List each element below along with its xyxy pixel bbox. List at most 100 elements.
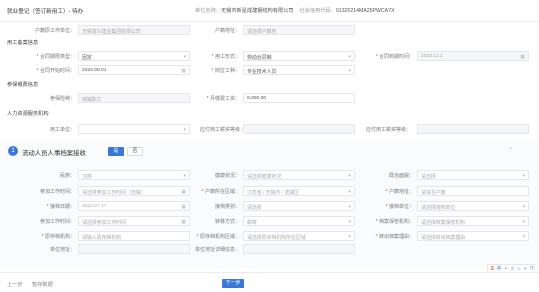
migrant-field-input[interactable]: 邮寄 ▾ — [243, 216, 355, 226]
calendar-icon: ▦ — [520, 53, 525, 60]
migrant-field-input[interactable]: 请选择接档单位 ▾ — [417, 201, 529, 211]
chevron-up-icon[interactable]: ⌃ — [508, 147, 513, 154]
unit-name-value: 无锡市新星成建钢结构有限公司 — [220, 8, 294, 14]
contract-type-select[interactable]: 固定 ▾ — [78, 51, 190, 61]
hukou-label: 户籍地址： — [214, 28, 240, 34]
chevron-down-icon: ▾ — [348, 53, 351, 60]
insurance-type-label: 参保险种： — [49, 96, 75, 102]
emoji-icon[interactable]: ↄ — [510, 266, 515, 272]
chevron-down-icon: ▾ — [348, 218, 351, 225]
chevron-down-icon: ▾ — [348, 203, 351, 210]
calendar-icon: ▦ — [181, 188, 186, 195]
wage-label: * 月缴费工资： — [206, 96, 240, 102]
insurance-type-input[interactable]: 城镇职工 — [78, 93, 190, 103]
calendar-icon: ▦ — [181, 218, 186, 225]
post-select[interactable]: 专业技术人员 ▾ — [243, 65, 355, 75]
page-title: 就业登记（签订新用工）- 待办 — [7, 8, 84, 15]
chevron-down-icon: ▾ — [183, 53, 186, 60]
step-number-badge: 1 — [8, 146, 18, 156]
credit-code-label: 社会信用代码： — [299, 8, 336, 14]
chevron-down-icon: ▾ — [183, 172, 186, 179]
place-level-label: 应付用工薪资等级： — [366, 127, 412, 133]
hr-org-select[interactable]: ▾ — [78, 124, 190, 134]
orig-unit-label: 户籍原工作单位： — [34, 28, 75, 34]
migrant-field-label: * 转出档案理由： — [375, 234, 414, 240]
migrant-field-label: 接档类别： — [214, 204, 240, 210]
unit-address-detail-label: 单位地址详细信息： — [194, 247, 240, 253]
migrant-field-label: 参加工作时间： — [39, 189, 75, 195]
migrant-field-input[interactable]: 请选择档案保管机构 ▾ — [417, 216, 529, 226]
migrant-field-label: 参加工作时间： — [39, 219, 75, 225]
archive-no-button[interactable]: 否 — [127, 147, 143, 156]
migrant-field-label: 政治面貌： — [388, 173, 414, 179]
hire-form-select[interactable]: 劳动合同制 ▾ — [243, 51, 355, 61]
post-label: * 岗位工种： — [211, 68, 240, 74]
chevron-down-icon: ▾ — [348, 233, 351, 240]
migrant-field-input[interactable]: 2024.07.17 ▦ — [78, 201, 190, 211]
voice-icon[interactable]: ♪ — [517, 266, 522, 272]
chevron-down-icon: ▾ — [348, 67, 351, 74]
chevron-down-icon: ▾ — [348, 172, 351, 179]
unit-address-input[interactable] — [78, 244, 190, 254]
fee-level-input[interactable] — [243, 124, 355, 134]
wage-input[interactable]: 6,000.00 — [243, 93, 355, 103]
migrant-field-input[interactable]: 请选择参加工作时间（选填） ▦ — [78, 186, 190, 196]
chinese-input-icon[interactable]: 中 — [497, 265, 502, 272]
next-button[interactable]: 下一步 — [222, 279, 244, 288]
contract-type-label: * 合同期限类型： — [36, 54, 75, 60]
page-header: 就业登记（签订新用工）- 待办 单位名称： 无锡市新星成建钢结构有限公司 社会信… — [0, 0, 539, 22]
migrant-field-label: * 接档日期： — [46, 204, 75, 210]
migrant-field-label: 健康状况： — [214, 173, 240, 179]
contract-end-date[interactable]: 2023.12.2 ▦ — [417, 51, 529, 61]
migrant-field-label: * 户籍所在区域： — [201, 189, 240, 195]
insurance-section-title: 参保缴费信息 — [7, 82, 39, 88]
migrant-field-input[interactable]: 请输入原存档机构 — [78, 231, 190, 241]
calendar-icon: ▦ — [181, 203, 186, 210]
contract-end-label: * 合同到期时间： — [375, 54, 414, 60]
chevron-down-icon: ▾ — [522, 203, 525, 210]
archive-yes-button[interactable]: 是 — [108, 147, 124, 156]
migrant-field-input[interactable]: 请选择健康状况 ▾ — [243, 170, 355, 180]
migrant-field-input[interactable]: 汉族 ▾ — [78, 170, 190, 180]
contract-start-date[interactable]: 2024.09.01 ▦ — [78, 65, 190, 75]
migrant-field-input[interactable]: 请选择原存档机构所在区域 ▾ — [243, 231, 355, 241]
footer-bar: 上一步 暂存数据 下一步 — [0, 272, 539, 292]
migrant-field-input[interactable]: 请选择转出档案理由 ▾ — [417, 231, 529, 241]
migrant-field-label: 民族： — [59, 173, 75, 179]
migrant-field-input[interactable]: 请选择参加工作时间 ▦ — [78, 216, 190, 226]
place-level-input[interactable] — [417, 124, 529, 134]
chevron-down-icon: ▾ — [183, 126, 186, 133]
credit-code-value: 91320214MA25PWCA7X — [335, 7, 395, 14]
save-draft-button[interactable]: 暂存数据 — [32, 281, 53, 288]
prev-button[interactable]: 上一步 — [7, 281, 23, 288]
fee-level-label: 应付用工薪资等级： — [200, 127, 246, 133]
migrant-field-input[interactable]: 请选择 ▾ — [243, 201, 355, 211]
chevron-down-icon: ▾ — [522, 233, 525, 240]
migrant-field-label: * 原存档机构： — [41, 234, 75, 240]
migrant-archive-title: 流动人员人事档案接收 — [22, 150, 86, 157]
migrant-field-input[interactable]: 请选择 ▾ — [417, 170, 529, 180]
migrant-field-input[interactable]: 江苏省 / 无锡市 / 滨湖区 ▾ — [243, 186, 355, 196]
unit-address-detail-input[interactable] — [243, 244, 355, 254]
calendar-icon: ▦ — [181, 67, 186, 74]
menu-grid-icon[interactable]: ⠿ — [530, 266, 535, 272]
sogou-icon[interactable]: S — [490, 266, 495, 272]
chevron-down-icon: ▾ — [522, 218, 525, 225]
migrant-field-input[interactable]: 请填写户籍 — [417, 186, 529, 196]
hr-section-title: 人力资源服务机构 — [7, 111, 49, 117]
migrant-field-label: * 原存档机构区域： — [196, 234, 240, 240]
contract-section-title: 用工备案信息 — [7, 40, 39, 46]
unit-name-label: 单位名称： — [195, 8, 221, 14]
hukou-input[interactable]: 请选择户籍地 — [243, 25, 355, 35]
migrant-field-label: 转移方式： — [214, 219, 240, 225]
punctuation-icon[interactable]: • — [504, 266, 509, 272]
migrant-field-label: * 户籍地址： — [385, 189, 414, 195]
chevron-down-icon: ▾ — [348, 188, 351, 195]
hr-org-label: 用工单位： — [49, 127, 75, 133]
chevron-down-icon: ▾ — [522, 172, 525, 179]
migrant-field-label: * 接档单位： — [385, 204, 414, 210]
orig-unit-input[interactable]: 无锡富兴建业集团有限公司 — [78, 25, 190, 35]
migrant-field-label: * 档案保管机构： — [375, 219, 414, 225]
hire-form-label: * 用工形式： — [211, 54, 240, 60]
skin-icon[interactable]: ▪ — [523, 266, 528, 272]
